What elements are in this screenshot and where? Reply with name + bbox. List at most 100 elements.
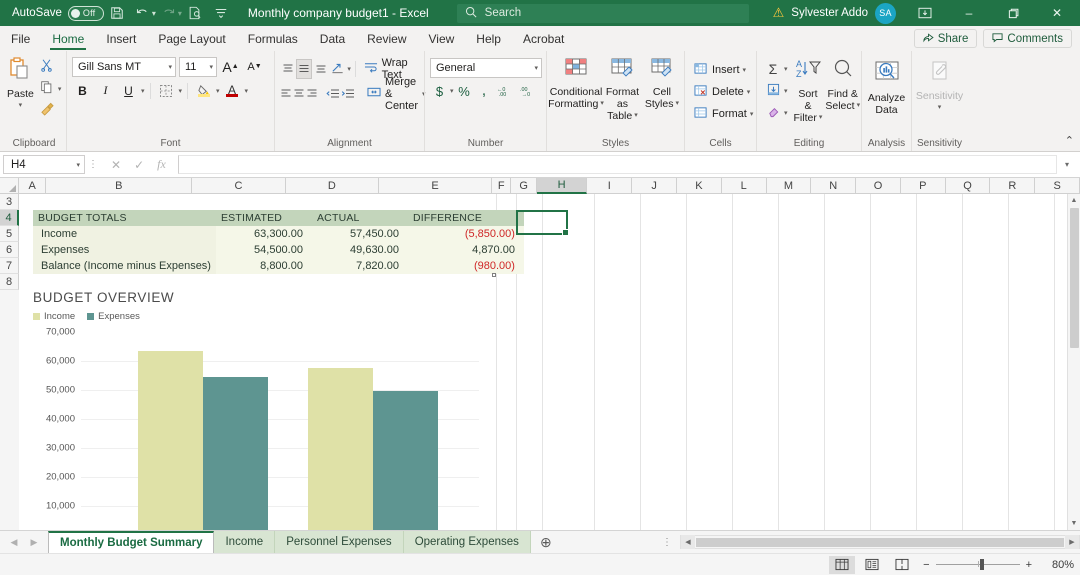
format-as-table-button[interactable]: Format as Table ▾	[604, 54, 641, 122]
paste-dropdown-icon[interactable]: ▾	[19, 100, 23, 112]
sort-filter-dropdown-icon[interactable]: ▾	[819, 112, 823, 124]
cut-button[interactable]	[36, 56, 65, 77]
increase-decimal-icon[interactable]: ←0.00	[495, 81, 517, 101]
clear-dropdown-icon[interactable]: ▾	[784, 109, 788, 117]
comments-button[interactable]: Comments	[983, 29, 1072, 48]
zoom-slider[interactable]: − +	[923, 559, 1032, 571]
tab-help[interactable]: Help	[465, 26, 512, 51]
close-button[interactable]: ✕	[1036, 0, 1078, 26]
align-center-button[interactable]	[293, 84, 305, 104]
maximize-button[interactable]	[992, 0, 1034, 26]
fill-button[interactable]: ▾	[762, 80, 791, 101]
italic-button[interactable]: I	[95, 80, 116, 101]
clear-button[interactable]: ▾	[762, 102, 791, 123]
user-account[interactable]: ⚠ Sylvester Addo SA	[773, 2, 896, 24]
accounting-dropdown-icon[interactable]: ▾	[450, 87, 454, 95]
vertical-scrollbar[interactable]: ▲ ▼	[1067, 194, 1080, 530]
tab-home[interactable]: Home	[41, 26, 95, 51]
find-select-button[interactable]: Find & Select ▾	[825, 56, 860, 112]
scroll-left-icon[interactable]: ◀	[681, 535, 695, 549]
format-painter-button[interactable]	[36, 100, 65, 121]
scroll-up-icon[interactable]: ▲	[1067, 194, 1080, 207]
column-header-P[interactable]: P	[900, 178, 946, 194]
add-sheet-icon[interactable]: ⊕	[531, 531, 561, 553]
enter-icon[interactable]: ✓	[134, 158, 144, 172]
scroll-down-icon[interactable]: ▼	[1067, 517, 1080, 530]
merge-center-button[interactable]: Merge & Center ▾	[363, 76, 430, 112]
sheet-tab-personnel-expenses[interactable]: Personnel Expenses	[275, 531, 404, 553]
formula-bar-handle[interactable]: ⋮	[85, 159, 101, 170]
tab-data[interactable]: Data	[309, 26, 356, 51]
orientation-dropdown-icon[interactable]: ▾	[347, 65, 351, 73]
table-row[interactable]: Expenses 54,500.00 49,630.00 4,870.00	[33, 242, 524, 258]
analyze-data-button[interactable]: Analyze Data	[867, 58, 906, 116]
autosave-toggle[interactable]: Off	[67, 5, 104, 21]
previous-sheet-icon[interactable]: ◀	[4, 532, 24, 552]
increase-font-size-button[interactable]: A ▲	[220, 56, 241, 77]
row-header-7[interactable]: 7	[0, 258, 19, 274]
row-header-8[interactable]: 8	[0, 274, 19, 290]
select-all-button[interactable]	[0, 178, 19, 194]
align-bottom-button[interactable]	[313, 59, 328, 79]
avatar[interactable]: SA	[875, 2, 896, 24]
legend-item-income[interactable]: Income	[33, 311, 75, 322]
sensitivity-button[interactable]: Sensitivity ▾	[916, 58, 963, 114]
column-header-O[interactable]: O	[856, 178, 901, 194]
tab-formulas[interactable]: Formulas	[237, 26, 309, 51]
undo-icon[interactable]	[130, 1, 156, 25]
column-header-B[interactable]: B	[46, 178, 193, 194]
insert-cells-button[interactable]: Insert ▾	[690, 59, 756, 80]
copy-button[interactable]: ▾	[36, 78, 65, 99]
save-icon[interactable]	[104, 1, 130, 25]
cell-styles-dropdown-icon[interactable]: ▾	[675, 98, 679, 110]
sheet-tab-operating-expenses[interactable]: Operating Expenses	[403, 531, 531, 553]
column-header-L[interactable]: L	[721, 178, 767, 194]
table-resize-handle[interactable]	[492, 273, 496, 277]
column-header-C[interactable]: C	[192, 178, 286, 194]
bold-button[interactable]: B	[72, 80, 93, 101]
bar-actual-expenses[interactable]	[373, 391, 438, 530]
tab-acrobat[interactable]: Acrobat	[512, 26, 575, 51]
column-header-K[interactable]: K	[676, 178, 722, 194]
zoom-in-button[interactable]: +	[1026, 559, 1032, 571]
align-middle-button[interactable]	[296, 58, 313, 79]
sensitivity-dropdown-icon[interactable]: ▾	[938, 102, 942, 114]
name-box[interactable]: H4 ▾	[3, 155, 85, 174]
column-header-N[interactable]: N	[811, 178, 857, 194]
column-header-R[interactable]: R	[990, 178, 1036, 194]
zoom-level-label[interactable]: 80%	[1040, 559, 1074, 571]
share-button[interactable]: Share	[913, 29, 978, 48]
paste-button[interactable]: Paste ▾	[7, 54, 34, 112]
format-dropdown-icon[interactable]: ▾	[750, 110, 754, 118]
autosave-control[interactable]: AutoSave Off	[12, 5, 104, 21]
horizontal-scroll-thumb[interactable]	[696, 537, 1064, 547]
zoom-track[interactable]	[935, 559, 1020, 570]
expand-formula-bar-icon[interactable]: ▾	[1057, 160, 1077, 169]
budget-totals-table[interactable]: BUDGET TOTALS ESTIMATED ACTUAL DIFFERENC…	[33, 210, 524, 274]
accounting-format-button[interactable]: $	[430, 81, 449, 101]
borders-icon[interactable]	[156, 80, 177, 101]
table-row[interactable]: Income 63,300.00 57,450.00 (5,850.00)	[33, 226, 524, 242]
tab-page-layout[interactable]: Page Layout	[147, 26, 236, 51]
bar-estimated-expenses[interactable]	[203, 377, 268, 530]
sort-filter-button[interactable]: AZ Sort & Filter ▾	[794, 56, 823, 124]
tab-file[interactable]: File	[0, 26, 41, 51]
column-header-D[interactable]: D	[285, 178, 380, 194]
scroll-right-icon[interactable]: ▶	[1065, 535, 1079, 549]
format-cells-button[interactable]: Format ▾	[690, 103, 756, 124]
search-box[interactable]: Search	[456, 3, 749, 23]
page-break-preview-icon[interactable]	[889, 556, 915, 574]
next-sheet-icon[interactable]: ▶	[24, 532, 44, 552]
selected-cell-H4[interactable]	[516, 210, 569, 236]
customize-quick-access-icon[interactable]	[208, 1, 234, 25]
font-color-dropdown-icon[interactable]: ▾	[245, 87, 249, 95]
font-name-chevron-down-icon[interactable]: ▾	[168, 63, 172, 71]
sheet-tab-income[interactable]: Income	[214, 531, 276, 553]
normal-view-icon[interactable]	[829, 555, 856, 574]
align-left-button[interactable]	[280, 84, 292, 104]
borders-dropdown-icon[interactable]: ▾	[179, 87, 183, 95]
percent-format-button[interactable]: %	[455, 81, 474, 101]
autosum-dropdown-icon[interactable]: ▾	[784, 65, 788, 73]
bar-estimated-income[interactable]	[138, 351, 203, 530]
align-top-button[interactable]	[280, 59, 295, 79]
